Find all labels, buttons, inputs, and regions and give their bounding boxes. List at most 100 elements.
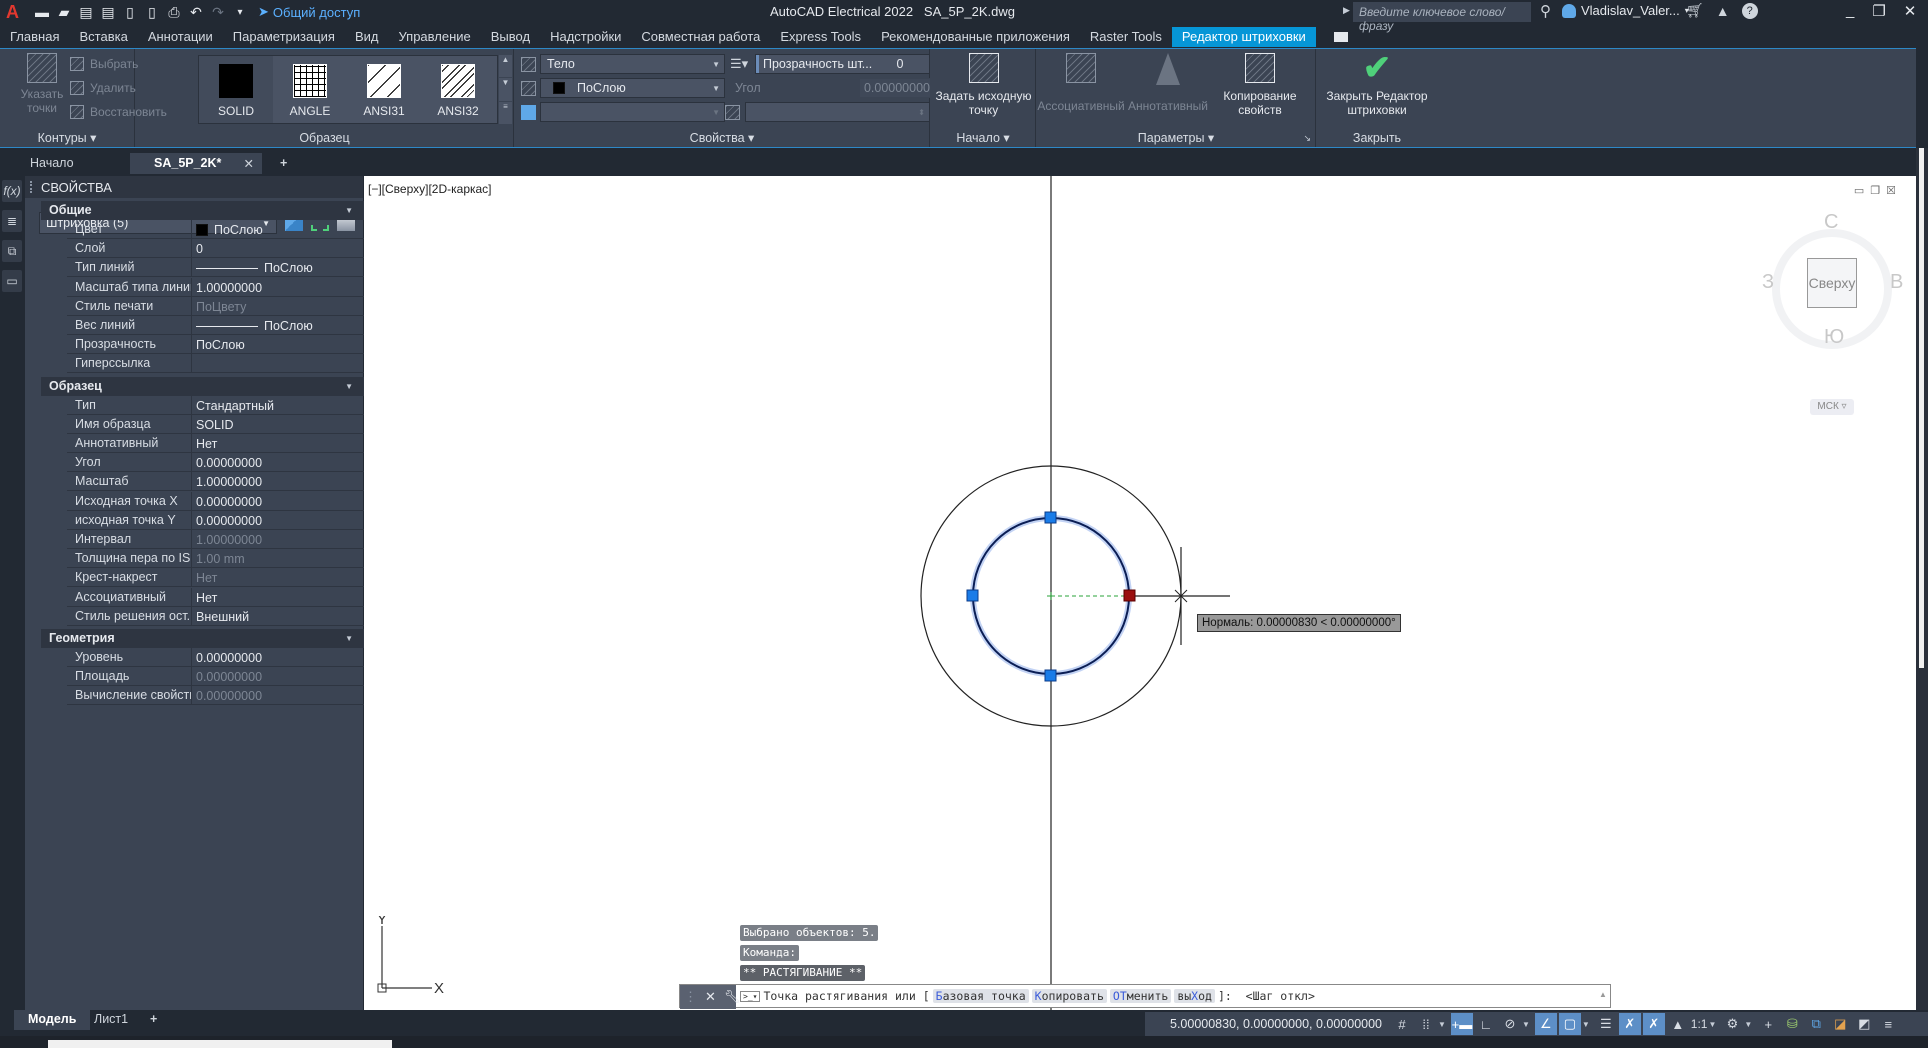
pick-points-button[interactable]: Указать точки (6, 53, 78, 115)
sheet-set-icon[interactable]: ⧉ (2, 240, 22, 262)
property-row[interactable]: Тип Стандартный (67, 395, 375, 415)
property-row[interactable]: Прозрачность ПоСлою (67, 335, 375, 355)
compass-west[interactable]: З (1762, 271, 1774, 294)
ribbon-tab[interactable]: Рекомендованные приложения (871, 27, 1080, 47)
dialog-launcher-icon[interactable]: ↘ (1303, 133, 1311, 144)
osnap-menu-icon[interactable]: ▼ (1582, 1020, 1590, 1029)
dynamic-input-icon[interactable]: +▬ (1450, 1013, 1473, 1035)
property-row[interactable]: Стиль решения ост... Внешний (67, 606, 375, 626)
autodesk-app-icon[interactable]: ▲ (1716, 3, 1730, 19)
transparency-icon[interactable]: ☰▾ (730, 56, 748, 71)
ribbon-tab[interactable]: Вид (345, 27, 389, 47)
set-origin-button[interactable]: Задать исходную точку (935, 53, 1032, 117)
remove-boundary-button[interactable]: Удалить (70, 81, 136, 95)
layout-tab-sheet1[interactable]: Лист1 (80, 1010, 142, 1030)
compass-south[interactable]: Ю (1824, 326, 1844, 349)
property-value[interactable]: ПоСлою (192, 258, 375, 276)
ribbon-tab[interactable]: Редактор штриховки (1171, 27, 1316, 47)
property-row[interactable]: Площадь 0.00000000 (67, 667, 375, 687)
auto-scale-icon[interactable]: ✗ (1642, 1013, 1665, 1035)
select-boundary-button[interactable]: Выбрать (70, 57, 138, 71)
option-base-point[interactable]: Базовая точка (932, 989, 1029, 1003)
property-value[interactable]: Нет (192, 568, 375, 586)
recent-commands-icon[interactable]: >_▾ (740, 990, 761, 1002)
save-as-icon[interactable]: ▤ (100, 4, 116, 20)
gallery-down-icon[interactable]: ▼ (499, 78, 512, 101)
ribbon-tab[interactable]: Управление (388, 27, 480, 47)
property-value[interactable]: Стандартный (192, 396, 375, 414)
workspace-gear-icon[interactable]: ⚙ (1721, 1013, 1743, 1035)
autocad-logo-icon[interactable]: A (6, 2, 28, 23)
property-row[interactable]: Цвет ПоСлою (67, 220, 375, 239)
transparency-value[interactable]: 0 (871, 57, 929, 71)
property-value[interactable]: 1.00000000 (192, 278, 375, 296)
coordinates-readout[interactable]: 5.00000830, 0.00000000, 0.00000000 (1145, 1017, 1390, 1031)
help-icon[interactable]: ? (1741, 2, 1758, 19)
undo-icon[interactable]: ↶ (188, 4, 204, 20)
viewcube-face-top[interactable]: Сверху (1807, 258, 1857, 308)
panel-title-boundaries[interactable]: Контуры ▾ (0, 130, 134, 145)
close-icon[interactable]: ✕ (1904, 2, 1917, 20)
panel-title-origin[interactable]: Начало ▾ (931, 130, 1035, 145)
category-2[interactable]: Геометрия ▼ (41, 629, 375, 648)
property-value[interactable]: ПоСлою (192, 220, 375, 238)
property-value[interactable]: 0.00000000 (192, 511, 375, 529)
property-value[interactable]: 0 (192, 239, 375, 257)
minimize-icon[interactable]: _ (1846, 2, 1854, 20)
grip-icon[interactable] (30, 181, 33, 193)
property-value[interactable]: 0.00000000 (192, 648, 375, 666)
units-icon[interactable]: ⛁ (1781, 1013, 1803, 1035)
annotative-button[interactable]: Аннотативный (1127, 53, 1209, 113)
property-value[interactable]: 1.00000000 (192, 530, 375, 548)
property-row[interactable]: Исходная точка X 0.00000000 (67, 491, 375, 511)
option-undo[interactable]: ОТменить (1109, 989, 1172, 1003)
property-row[interactable]: Имя образца SOLID (67, 414, 375, 434)
property-value[interactable] (192, 354, 375, 372)
property-row[interactable]: Стиль печати ПоЦвету (67, 296, 375, 316)
polar-tracking-icon[interactable]: ⊘ (1499, 1013, 1521, 1035)
save-to-web-icon[interactable]: ▯ (144, 4, 160, 20)
isometric-icon[interactable]: ∠ (1534, 1013, 1557, 1035)
drawing-viewport[interactable]: [−][Сверху][2D-каркас] ▭ ❐ ☒ Нормаль: 0.… (364, 176, 1916, 1010)
help-search-input[interactable]: Введите ключевое слово/фразу (1353, 2, 1531, 33)
ucs-menu[interactable]: МСК ▿ (1810, 399, 1854, 415)
property-row[interactable]: Толщина пера по ISO 1.00 mm (67, 549, 375, 569)
property-value[interactable]: 0.00000000 (192, 686, 375, 704)
transparency-field[interactable]: Прозрачность шт... 0 (755, 54, 930, 74)
gallery-up-icon[interactable]: ▲ (499, 55, 512, 78)
snap-menu-icon[interactable]: ▼ (1438, 1020, 1446, 1029)
ribbon-tab[interactable]: Вывод (481, 27, 540, 47)
category-0[interactable]: Общие ▼ (41, 201, 375, 220)
category-1[interactable]: Образец ▼ (41, 376, 375, 396)
option-exit[interactable]: выХод (1174, 989, 1215, 1003)
property-row[interactable]: Масштаб типа линий 1.00000000 (67, 277, 375, 297)
property-row[interactable]: Тип линий ПоСлою (67, 258, 375, 278)
cart-icon[interactable]: 🛒︎ (1686, 2, 1704, 19)
property-value[interactable]: Внешний (192, 607, 375, 625)
ribbon-minimize-icon[interactable] (1333, 32, 1348, 42)
grip-left[interactable] (966, 589, 979, 602)
grip-right-hot[interactable] (1123, 589, 1136, 602)
close-command-line-icon[interactable]: ✕ (705, 989, 716, 1005)
ribbon-tab[interactable]: Надстройки (540, 27, 631, 47)
layout-tab-model[interactable]: Модель (14, 1010, 91, 1030)
property-value[interactable]: 1.00000000 (192, 472, 375, 490)
save-icon[interactable]: ▤ (78, 4, 94, 20)
new-icon[interactable]: ▬ (34, 4, 50, 20)
property-row[interactable]: Вычисление свойств 0.00000000 (67, 686, 375, 706)
annotation-monitor-icon[interactable]: + (1757, 1013, 1779, 1035)
property-value[interactable]: ПоСлою (192, 316, 375, 334)
gallery-scroll[interactable]: ▲ ▼ ≡ (499, 55, 512, 124)
workspace-menu-icon[interactable]: ▼ (1744, 1020, 1752, 1029)
quickcalc-icon[interactable]: f(x) (2, 180, 22, 202)
vertical-scrollbar[interactable] (1916, 148, 1928, 1010)
graphics-performance-icon[interactable]: ◩ (1853, 1013, 1875, 1035)
tool-palettes-icon[interactable]: ▭ (2, 270, 22, 292)
property-value[interactable]: 0.00000000 (192, 453, 375, 471)
add-layout-button[interactable]: + (136, 1010, 171, 1030)
property-value[interactable]: SOLID (192, 415, 375, 433)
scale-field[interactable]: ⬍ (745, 102, 930, 122)
doc-tab-start[interactable]: Начало (0, 153, 135, 174)
new-tab-button[interactable]: + (272, 153, 302, 174)
ribbon-tab[interactable]: Главная (0, 27, 69, 47)
